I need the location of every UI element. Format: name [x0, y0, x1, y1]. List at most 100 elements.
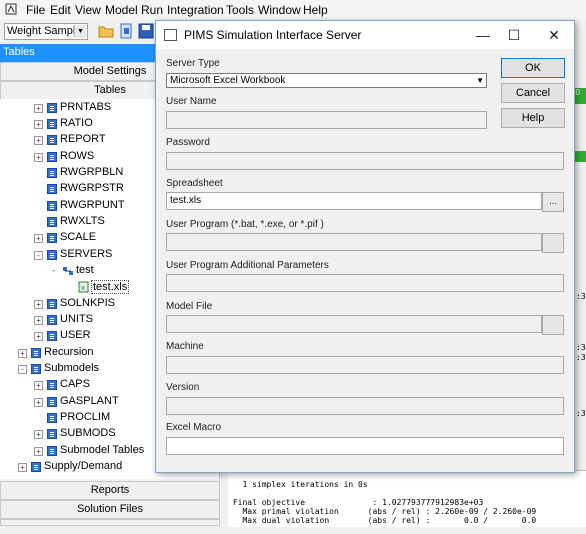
user-program-field[interactable]: [166, 233, 542, 251]
save-icon[interactable]: [138, 23, 154, 39]
server-icon: [63, 267, 73, 275]
tree-item-label: GASPLANT: [60, 395, 119, 407]
tree-item-label: Recursion: [44, 346, 94, 358]
expand-icon[interactable]: +: [18, 349, 27, 358]
tree-item-label: RWGRPUNT: [60, 199, 125, 211]
expand-icon[interactable]: +: [34, 300, 43, 309]
close-icon[interactable]: ✕: [539, 25, 569, 45]
log-fragment: :35: [576, 353, 586, 362]
machine-field[interactable]: [166, 356, 564, 374]
menu-window[interactable]: Window: [258, 3, 301, 17]
expand-icon[interactable]: +: [34, 398, 43, 407]
password-field[interactable]: [166, 152, 564, 170]
menu-edit[interactable]: Edit: [50, 3, 71, 17]
tree-item-label: REPORT: [60, 133, 106, 145]
dialog-titlebar: PIMS Simulation Interface Server — ☐ ✕: [156, 21, 574, 49]
collapse-icon[interactable]: -: [18, 365, 27, 374]
menu-model[interactable]: Model: [105, 3, 138, 17]
expand-icon[interactable]: +: [18, 463, 27, 472]
log-fragment: :35: [576, 409, 586, 418]
table-icon: [47, 315, 57, 325]
tree-item-label: RWGRPBLN: [60, 166, 124, 178]
console-output: 1 simplex iterations in 0s Final objecti…: [228, 470, 586, 527]
table-icon: [47, 168, 57, 178]
simulation-server-dialog: PIMS Simulation Interface Server — ☐ ✕ S…: [155, 20, 575, 473]
expand-icon[interactable]: +: [34, 430, 43, 439]
tree-item-label: CAPS: [60, 378, 90, 390]
collapse-icon[interactable]: -: [34, 251, 43, 260]
tree-item-label: Submodels: [44, 362, 100, 374]
expand-icon[interactable]: +: [34, 381, 43, 390]
version-field[interactable]: [166, 397, 564, 415]
tables-panel-title: Tables: [3, 46, 35, 58]
user-program-params-label: User Program Additional Parameters: [166, 260, 329, 271]
reports-button[interactable]: Reports: [0, 481, 220, 500]
spreadsheet-field[interactable]: test.xls: [166, 192, 542, 210]
help-button[interactable]: Help: [501, 108, 565, 128]
expand-icon[interactable]: +: [34, 104, 43, 113]
table-icon: [47, 397, 57, 407]
next-section-button[interactable]: [0, 519, 220, 526]
machine-label: Machine: [166, 341, 204, 352]
user-program-browse-button[interactable]: [542, 233, 564, 253]
server-type-select[interactable]: Microsoft Excel Workbook ▼: [166, 73, 487, 88]
cancel-button[interactable]: Cancel: [501, 83, 565, 103]
tree-item-label: Submodel Tables: [60, 444, 145, 456]
version-label: Version: [166, 382, 200, 393]
menu-run[interactable]: Run: [141, 3, 163, 17]
table-icon: [47, 103, 57, 113]
table-icon: [47, 201, 57, 211]
expand-icon[interactable]: +: [34, 316, 43, 325]
menu-integration[interactable]: Integration: [167, 3, 224, 17]
expand-icon[interactable]: +: [34, 153, 43, 162]
excel-macro-label: Excel Macro: [166, 422, 222, 433]
model-select-value: Weight Sample: [7, 25, 82, 37]
new-file-icon[interactable]: [118, 23, 134, 39]
table-icon: [31, 364, 41, 374]
model-file-browse-button[interactable]: [542, 315, 564, 335]
password-label: Password: [166, 137, 210, 148]
menu-help[interactable]: Help: [303, 3, 328, 17]
menu-view[interactable]: View: [75, 3, 101, 17]
tree-item-label: RATIO: [60, 117, 93, 129]
expand-icon[interactable]: +: [34, 332, 43, 341]
spreadsheet-browse-button[interactable]: ...: [542, 192, 564, 212]
tree-item-label: PROCLIM: [60, 411, 111, 423]
ok-button[interactable]: OK: [501, 58, 565, 78]
solution-files-button[interactable]: Solution Files: [0, 500, 220, 519]
expand-icon[interactable]: +: [34, 447, 43, 456]
maximize-icon[interactable]: ☐: [499, 25, 529, 45]
console-line: Max primal violation (abs / rel) : 2.260…: [228, 507, 537, 516]
menu-tools[interactable]: Tools: [226, 3, 254, 17]
dialog-title: PIMS Simulation Interface Server: [184, 28, 362, 42]
table-icon: [47, 184, 57, 194]
menu-bar: File Edit View Model Run Integration Too…: [0, 0, 586, 20]
user-name-field[interactable]: [166, 111, 487, 129]
expand-icon[interactable]: +: [34, 120, 43, 129]
expand-icon[interactable]: +: [34, 234, 43, 243]
menu-file[interactable]: File: [26, 3, 45, 17]
table-icon: [47, 299, 57, 309]
tree-item-label: Supply/Demand: [44, 460, 123, 472]
model-select[interactable]: Weight Sample ▼: [4, 23, 88, 40]
tree-item-label: RWXLTS: [60, 215, 105, 227]
tree-item-label: test: [76, 264, 94, 276]
table-icon: [47, 135, 57, 145]
log-fragment: :35: [576, 292, 586, 301]
window-icon: [164, 29, 177, 41]
expand-icon[interactable]: +: [34, 136, 43, 145]
table-icon: [47, 380, 57, 390]
collapse-icon[interactable]: -: [50, 267, 57, 275]
excel-file-icon: x: [78, 281, 89, 293]
minimize-icon[interactable]: —: [468, 25, 498, 45]
model-file-field[interactable]: [166, 315, 542, 333]
model-file-label: Model File: [166, 301, 213, 312]
open-folder-icon[interactable]: [98, 23, 114, 39]
log-fragment: :35: [576, 343, 586, 352]
tree-item-label: SERVERS: [60, 248, 113, 260]
table-icon: [47, 152, 57, 162]
excel-macro-field[interactable]: [166, 437, 564, 455]
user-program-params-field[interactable]: [166, 274, 564, 292]
app-icon: [5, 3, 17, 15]
svg-text:x: x: [81, 284, 85, 292]
